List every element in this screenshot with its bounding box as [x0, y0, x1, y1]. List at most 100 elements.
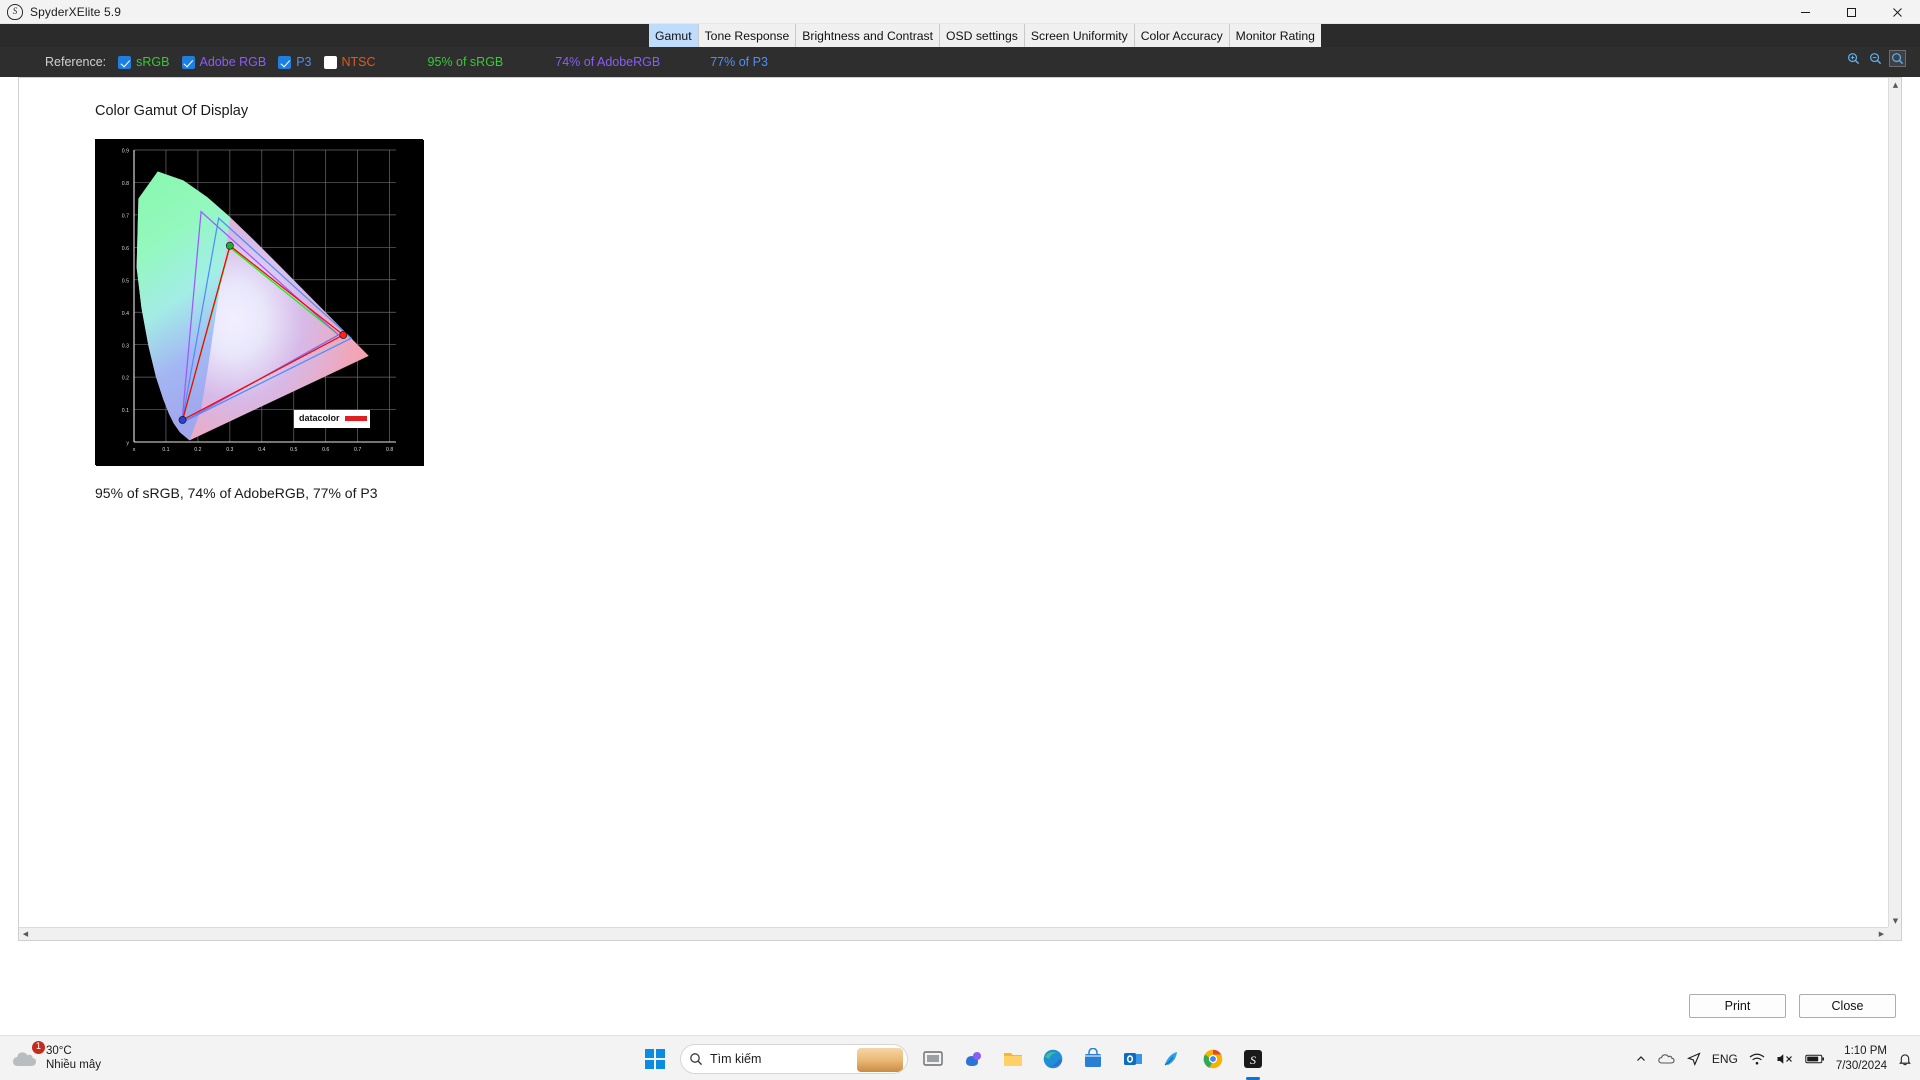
- reference-item-label: sRGB: [136, 55, 170, 69]
- marker-red-primary: [339, 331, 348, 339]
- svg-text:y: y: [126, 441, 129, 447]
- store-icon[interactable]: [1078, 1044, 1108, 1074]
- scrollbar-corner: [1888, 927, 1901, 940]
- gamut-result-2: 74% of AdobeRGB: [555, 55, 661, 69]
- search-highlight-thumbnail: [857, 1047, 903, 1072]
- taskbar-center-group: Tìm kiếm S: [640, 1036, 1268, 1080]
- reference-results: 95% of sRGB 74% of AdobeRGB 77% of P3: [376, 55, 768, 69]
- reference-item-ntsc[interactable]: NTSC: [323, 55, 376, 69]
- search-placeholder: Tìm kiếm: [710, 1051, 762, 1066]
- page-title: Color Gamut Of Display: [95, 103, 249, 119]
- vertical-scrollbar[interactable]: ▲ ▼: [1888, 78, 1901, 940]
- reference-label: Reference:: [45, 55, 107, 69]
- editor-icon[interactable]: [1158, 1044, 1188, 1074]
- language-indicator[interactable]: ENG: [1712, 1052, 1738, 1066]
- reference-bar: Reference: sRGB Adobe RGB P3 NTSC 95% of sR…: [0, 47, 1920, 77]
- horizontal-scrollbar[interactable]: ◀ ▶: [19, 927, 1901, 940]
- tab-screen-uniformity[interactable]: Screen Uniformity: [1024, 24, 1135, 47]
- maximize-icon[interactable]: [1828, 0, 1874, 24]
- title-bar: S SpyderXElite 5.9: [0, 0, 1920, 24]
- reference-item-p3[interactable]: P3: [278, 55, 312, 69]
- svg-text:0.7: 0.7: [122, 213, 129, 219]
- close-icon[interactable]: [1874, 0, 1920, 24]
- svg-text:0.9: 0.9: [122, 149, 129, 155]
- application-window: S SpyderXElite 5.9 Gamut Tone Response Bri…: [0, 0, 1920, 1080]
- copilot-icon[interactable]: [958, 1044, 988, 1074]
- tab-brightness-and-contrast[interactable]: Brightness and Contrast: [796, 24, 941, 47]
- spyder-icon: S: [7, 3, 23, 20]
- reference-item-adobe-rgb[interactable]: Adobe RGB: [181, 55, 266, 69]
- cloud-icon: 1: [10, 1041, 45, 1075]
- marker-green-primary: [225, 241, 234, 250]
- file-explorer-icon[interactable]: [998, 1044, 1028, 1074]
- gamut-summary-caption: 95% of sRGB, 74% of AdobeRGB, 77% of P3: [95, 485, 378, 501]
- chevron-up-icon[interactable]: [1635, 1053, 1647, 1065]
- tab-color-accuracy[interactable]: Color Accuracy: [1134, 24, 1230, 47]
- zoom-reset-icon[interactable]: [1889, 50, 1906, 67]
- svg-text:0.1: 0.1: [162, 447, 169, 453]
- wifi-icon[interactable]: [1749, 1052, 1765, 1066]
- reference-checkbox-group: sRGB Adobe RGB P3 NTSC: [106, 55, 376, 69]
- gamut-result-3: 77% of P3: [710, 55, 768, 69]
- report-canvas: Color Gamut Of Display 0.9 0.8 0.7 0.6 0.5 0.…: [18, 77, 1902, 941]
- clock-date: 7/30/2024: [1835, 1059, 1887, 1072]
- spyderx-icon[interactable]: S: [1238, 1044, 1268, 1074]
- search-input[interactable]: Tìm kiếm: [680, 1043, 908, 1074]
- microsoft-edge-icon[interactable]: [1038, 1044, 1068, 1074]
- print-button[interactable]: Print: [1689, 994, 1786, 1018]
- weather-condition: Nhiều mây: [46, 1059, 101, 1071]
- windows-taskbar: 1 30°C Nhiều mây Tìm kiếm S ENG 1:10 PM …: [0, 1035, 1920, 1080]
- svg-text:0.1: 0.1: [122, 408, 129, 414]
- svg-text:0.6: 0.6: [122, 246, 129, 252]
- onedrive-icon[interactable]: [1658, 1052, 1676, 1066]
- scroll-right-icon[interactable]: ▶: [1875, 927, 1888, 940]
- reference-item-label: NTSC: [341, 55, 376, 69]
- tab-monitor-rating[interactable]: Monitor Rating: [1229, 24, 1321, 47]
- checkbox-srgb[interactable]: [118, 55, 132, 69]
- svg-text:0.5: 0.5: [122, 278, 129, 284]
- tab-osd-settings[interactable]: OSD settings: [940, 24, 1025, 47]
- scroll-left-icon[interactable]: ◀: [19, 927, 32, 940]
- close-button[interactable]: Close: [1799, 994, 1896, 1018]
- scroll-up-icon[interactable]: ▲: [1889, 78, 1901, 91]
- weather-temperature: 30°C: [46, 1044, 72, 1057]
- weather-badge: 1: [32, 1041, 45, 1054]
- zoom-toolbar: [1845, 50, 1906, 67]
- reference-item-label: P3: [296, 55, 312, 69]
- checkbox-p3[interactable]: [278, 55, 292, 69]
- zoom-out-icon[interactable]: [1867, 50, 1884, 67]
- svg-text:0.4: 0.4: [122, 311, 129, 317]
- tab-strip: Gamut Tone Response Brightness and Contras…: [0, 24, 1920, 47]
- dialog-footer: Print Close: [0, 945, 1920, 1025]
- notification-bell-icon[interactable]: [1898, 1052, 1912, 1066]
- taskbar-weather-widget[interactable]: 1 30°C Nhiều mây: [10, 1041, 101, 1075]
- battery-icon[interactable]: [1805, 1053, 1825, 1065]
- gamut-result-1: 95% of sRGB: [427, 55, 504, 69]
- start-icon[interactable]: [640, 1044, 670, 1074]
- svg-text:datacolor: datacolor: [299, 413, 340, 423]
- scroll-down-icon[interactable]: ▼: [1889, 914, 1901, 927]
- svg-text:0.7: 0.7: [354, 447, 361, 453]
- task-view-icon[interactable]: [918, 1044, 948, 1074]
- tab-tone-response[interactable]: Tone Response: [698, 24, 797, 47]
- svg-text:0.2: 0.2: [122, 376, 129, 382]
- tab-gamut[interactable]: Gamut: [649, 24, 699, 47]
- svg-text:0.5: 0.5: [290, 447, 297, 453]
- taskbar-clock[interactable]: 1:10 PM 7/30/2024: [1836, 1044, 1887, 1073]
- checkbox-adobe-rgb[interactable]: [181, 55, 195, 69]
- zoom-in-icon[interactable]: [1845, 50, 1862, 67]
- outlook-icon[interactable]: [1118, 1044, 1148, 1074]
- google-chrome-icon[interactable]: [1198, 1044, 1228, 1074]
- system-tray: ENG 1:10 PM 7/30/2024: [1635, 1036, 1912, 1080]
- reference-item-srgb[interactable]: sRGB: [118, 55, 170, 69]
- checkbox-ntsc[interactable]: [323, 55, 337, 69]
- cie-diagram-svg: 0.9 0.8 0.7 0.6 0.5 0.4 0.3 0.2 0.1 yx 0.1 0.2 0.3 0.…: [96, 140, 424, 466]
- svg-text:0.2: 0.2: [194, 447, 201, 453]
- location-icon[interactable]: [1686, 1051, 1701, 1066]
- minimize-icon[interactable]: [1782, 0, 1828, 24]
- search-icon: [690, 1052, 703, 1065]
- svg-text:x: x: [133, 447, 136, 453]
- svg-text:0.6: 0.6: [322, 447, 329, 453]
- volume-muted-icon[interactable]: [1776, 1052, 1794, 1066]
- datacolor-watermark: datacolor: [294, 410, 370, 428]
